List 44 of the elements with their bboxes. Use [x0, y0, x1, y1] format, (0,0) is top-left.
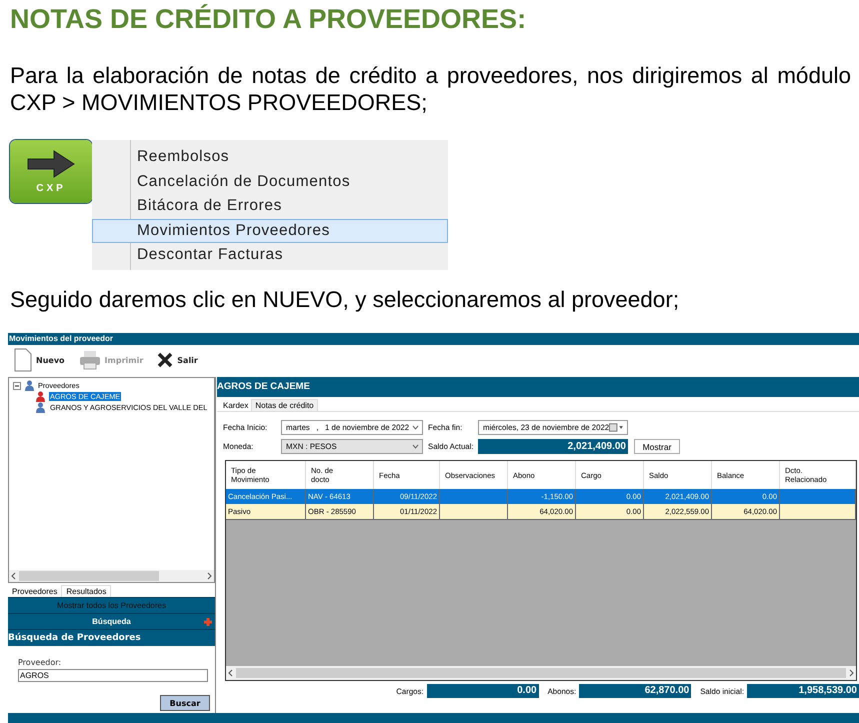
collapse-icon[interactable] [13, 382, 21, 390]
scroll-left-icon[interactable] [228, 669, 234, 677]
panel-title: AGROS DE CAJEME [217, 377, 859, 397]
scrollbar[interactable] [226, 666, 856, 680]
menu-item[interactable]: Bitácora de Errores [92, 194, 448, 218]
new-button[interactable]: Nuevo [14, 348, 65, 372]
show-button[interactable]: Mostrar [634, 439, 680, 454]
intro-paragraph: Para la elaboración de notas de crédito a proveedores, nos dirigiremos al módulo CXP > MOVIMIENTOS PROVEEDORES; [10, 62, 851, 116]
instruction-text: Seguido daremos clic en NUEVO, y seleccionaremos al proveedor; [10, 286, 680, 313]
field-label: Proveedor: [18, 658, 62, 667]
input-field[interactable]: AGROS [18, 669, 208, 682]
menu-item[interactable]: Reembolsos [92, 145, 448, 170]
search-button[interactable]: Buscar [160, 695, 210, 711]
plus-icon [204, 618, 212, 626]
document-icon [14, 348, 32, 372]
search-bar[interactable]: Búsqueda [8, 613, 215, 629]
exit-button[interactable]: Salir [157, 352, 198, 368]
section-title: Búsqueda de Proveedores [8, 629, 215, 646]
menu-item[interactable]: Descontar Facturas [92, 243, 448, 268]
person-icon [24, 380, 35, 391]
search-bar-label: Búsqueda [92, 617, 131, 626]
scroll-left-icon[interactable] [11, 572, 17, 580]
total-value: 0.00 [426, 684, 539, 698]
scrollbar[interactable] [9, 570, 214, 582]
total-value: 1,958,539.00 [747, 684, 859, 698]
close-icon [157, 352, 174, 368]
arrow-icon [26, 149, 76, 179]
scroll-right-icon[interactable] [848, 669, 854, 677]
menu-item[interactable]: Cancelación de Documentos [92, 170, 448, 194]
person-icon [35, 402, 46, 413]
window-title: Movimientos del proveedor [8, 333, 859, 345]
menu-item[interactable]: Movimientos Proveedores [92, 218, 448, 243]
heading: NOTAS DE CRÉDITO A PROVEEDORES: [9, 3, 528, 33]
tile-label: CXP [36, 183, 66, 194]
scroll-right-icon[interactable] [206, 572, 212, 580]
caret-icon [412, 444, 419, 449]
balance-value: 2,021,409.00 [478, 439, 628, 454]
person-icon [35, 391, 46, 402]
calendar-icon [609, 423, 624, 432]
total-value: 62,870.00 [579, 684, 692, 698]
caret-icon [412, 425, 419, 430]
printer-icon [78, 350, 101, 370]
tab[interactable]: Kardex [220, 400, 252, 411]
tab[interactable]: Notas de crédito [251, 399, 318, 411]
